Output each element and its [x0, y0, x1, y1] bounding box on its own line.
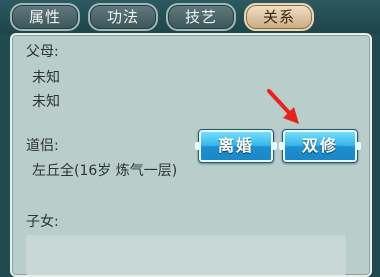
partner-label: 道侣:: [26, 138, 59, 154]
relations-panel: 父母: 未知 未知 道侣: 左丘全(16岁 炼气一层) 离婚 双修 子女:: [10, 33, 372, 277]
divorce-button-label: 离婚: [217, 136, 254, 155]
dual-cultivate-button-label: 双修: [301, 136, 338, 155]
dual-cultivate-button[interactable]: 双修: [279, 129, 361, 163]
partner-detail: 左丘全(16岁 炼气一层): [32, 163, 178, 179]
button-ornament-icon: [195, 142, 201, 150]
button-ornament-icon: [271, 142, 277, 150]
tab-skills[interactable]: 功法: [88, 3, 158, 31]
children-label: 子女:: [26, 214, 59, 230]
button-ornament-icon: [279, 142, 285, 150]
tab-attributes[interactable]: 属性: [10, 3, 80, 31]
tab-crafts[interactable]: 技艺: [166, 3, 236, 31]
divorce-button[interactable]: 离婚: [195, 129, 277, 163]
button-ornament-icon: [355, 142, 361, 150]
hint-arrow-icon: [267, 89, 299, 124]
mother-value: 未知: [32, 94, 60, 110]
children-list: [26, 235, 346, 275]
parents-label: 父母:: [26, 44, 59, 60]
tab-bar: 属性 功法 技艺 关系: [0, 0, 380, 33]
father-value: 未知: [32, 70, 60, 86]
tab-relations[interactable]: 关系: [244, 3, 314, 31]
